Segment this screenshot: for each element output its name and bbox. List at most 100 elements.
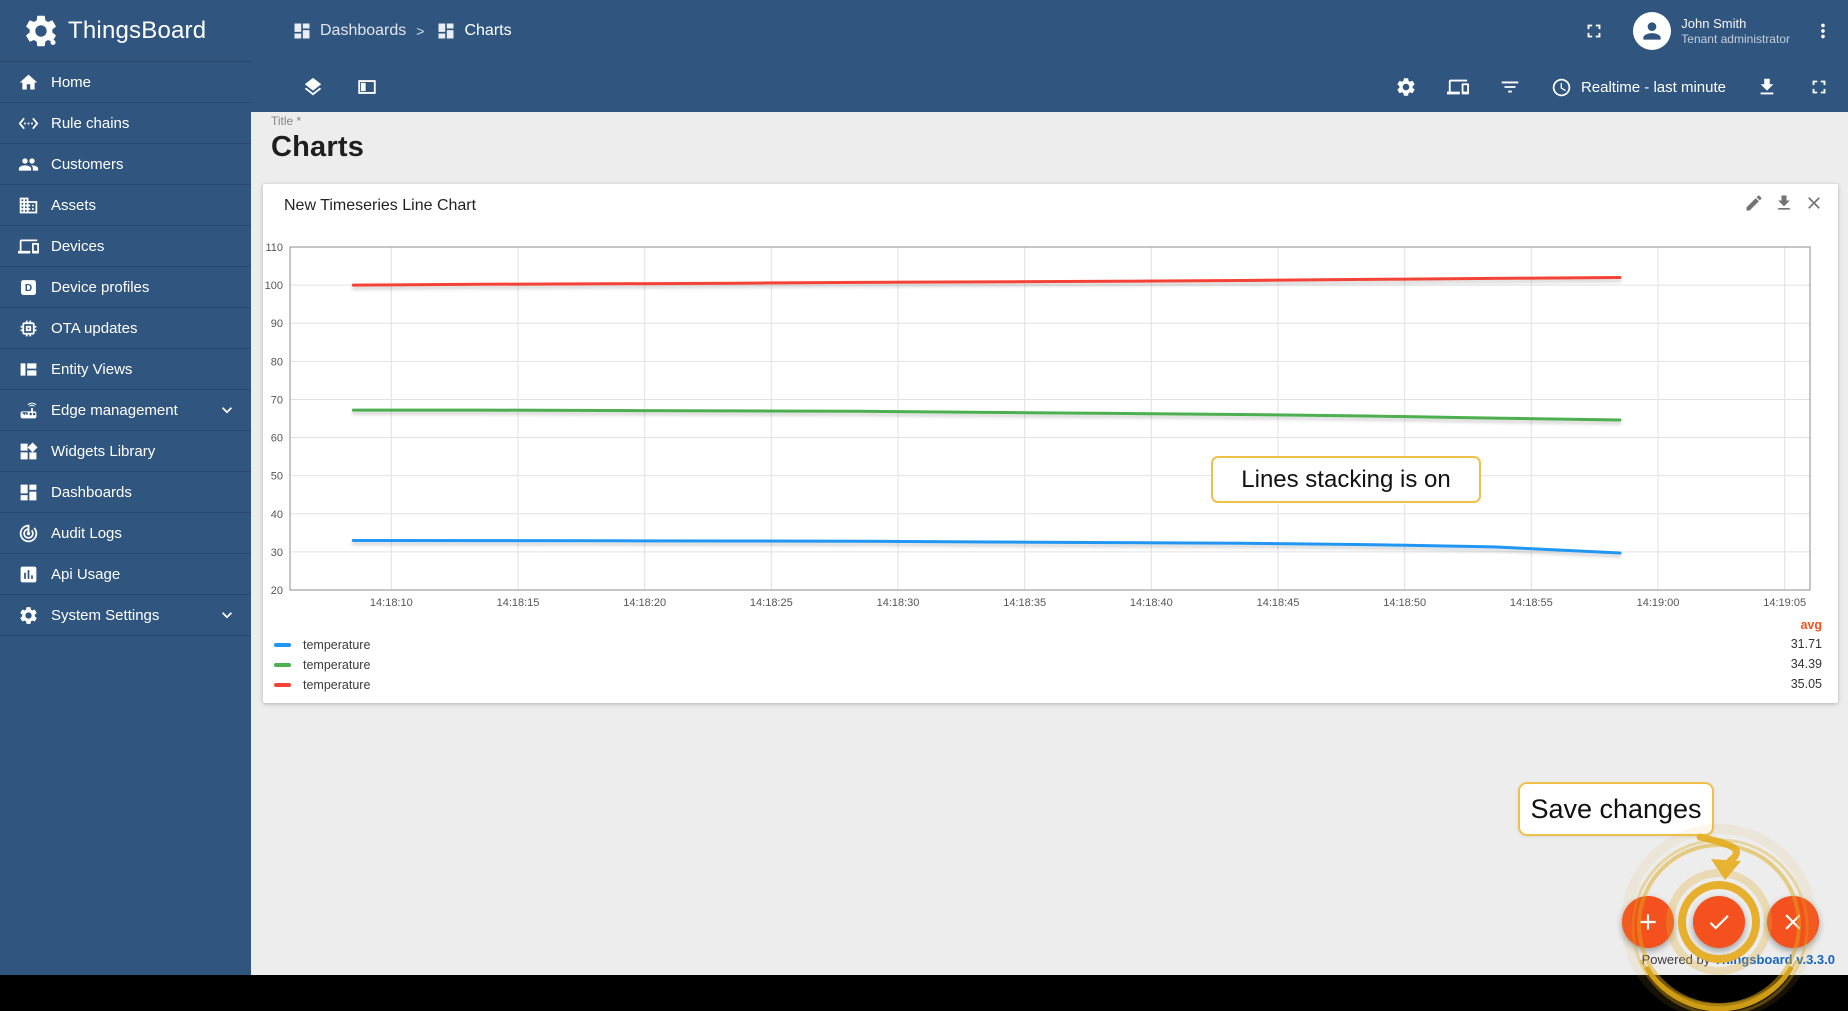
sidebar-item-label: Audit Logs bbox=[51, 524, 122, 542]
sidebar-nav: Home Rule chains Customers Assets Devices D De… bbox=[0, 62, 251, 636]
save-changes-tooltip: Save changes bbox=[1518, 782, 1714, 836]
cancel-fab[interactable] bbox=[1767, 896, 1819, 948]
sidebar-item-ota-updates[interactable]: OTA updates bbox=[0, 308, 251, 349]
edge-icon bbox=[20, 402, 37, 418]
fullscreen-icon bbox=[1587, 24, 1601, 38]
sidebar-item-label: Edge management bbox=[51, 401, 178, 419]
legend-item[interactable]: temperature bbox=[274, 635, 370, 655]
bottom-band bbox=[0, 975, 1848, 1011]
customers-icon bbox=[18, 157, 39, 171]
legend-avg-value: 34.39 bbox=[1790, 657, 1822, 671]
toolbar-left bbox=[302, 76, 378, 98]
timeseries-chart[interactable]: 20 30 40 50 60 70 80 90 100 110 14:18:10 14:18:15 14… bbox=[263, 184, 1838, 614]
dashboard-icon bbox=[20, 484, 37, 500]
avatar[interactable] bbox=[1633, 12, 1672, 50]
ota-icon bbox=[20, 320, 37, 336]
close-icon bbox=[1785, 914, 1801, 930]
powered-by: Powered by Thingsboard v.3.3.0 bbox=[1642, 952, 1835, 967]
sidebar-item-edge-management[interactable]: Edge management bbox=[0, 390, 251, 431]
device-profiles-icon: D bbox=[21, 279, 36, 295]
sidebar-item-label: Devices bbox=[51, 237, 105, 255]
sidebar-item-label: Api Usage bbox=[51, 565, 121, 583]
entity-aliases-button[interactable] bbox=[1446, 76, 1469, 98]
breadcrumb: Dashboards > Charts bbox=[292, 21, 522, 41]
sidebar-item-dashboards[interactable]: Dashboards bbox=[0, 472, 251, 513]
y-tick-label: 20 bbox=[271, 585, 283, 597]
dashboard-settings-button[interactable] bbox=[1395, 76, 1417, 98]
devices-icon bbox=[1446, 79, 1469, 95]
api-icon bbox=[20, 566, 37, 582]
x-tick-label: 14:18:45 bbox=[1257, 597, 1300, 609]
dashboard-icon bbox=[438, 23, 454, 39]
sidebar-item-entity-views[interactable]: Entity Views bbox=[0, 349, 251, 390]
rule-chains-icon bbox=[18, 117, 39, 129]
sidebar-item-system-settings[interactable]: System Settings bbox=[0, 595, 251, 636]
breadcrumb-charts: Charts bbox=[464, 22, 512, 39]
fullscreen-button[interactable] bbox=[1583, 20, 1605, 42]
sidebar-item-label: Home bbox=[51, 73, 92, 91]
sidebar-item-customers[interactable]: Customers bbox=[0, 144, 251, 185]
home-icon bbox=[19, 74, 38, 89]
svg-text:D: D bbox=[25, 283, 32, 294]
assets-icon bbox=[19, 197, 38, 213]
filters-button[interactable] bbox=[1499, 76, 1521, 98]
dashboard-title-field[interactable]: Title * Charts bbox=[271, 114, 364, 164]
legend-item[interactable]: temperature bbox=[274, 675, 370, 695]
content: Title * Charts New Timeseries Line Chart… bbox=[251, 112, 1848, 975]
legend-label: temperature bbox=[303, 638, 371, 652]
manage-layouts-button[interactable] bbox=[356, 76, 378, 98]
layers-icon bbox=[304, 77, 322, 96]
x-tick-label: 14:19:05 bbox=[1763, 597, 1806, 609]
chevron-down-icon bbox=[222, 407, 232, 414]
chevron-down-icon bbox=[222, 612, 232, 619]
more-vert-icon bbox=[1821, 23, 1825, 39]
legend-swatch bbox=[274, 683, 291, 687]
breadcrumb-dashboards[interactable]: Dashboards bbox=[320, 22, 406, 40]
user-info[interactable]: John Smith Tenant administrator bbox=[1681, 16, 1790, 47]
entity-views-icon bbox=[20, 362, 37, 376]
sidebar-item-api-usage[interactable]: Api Usage bbox=[0, 554, 251, 595]
sidebar-item-device-profiles[interactable]: D Device profiles bbox=[0, 267, 251, 308]
widgets-icon bbox=[20, 441, 38, 459]
time-window-button[interactable]: Realtime - last minute bbox=[1551, 77, 1726, 98]
apply-fab[interactable] bbox=[1693, 896, 1745, 948]
sidebar-item-label: OTA updates bbox=[51, 319, 138, 337]
manage-states-button[interactable] bbox=[302, 76, 324, 98]
series-line bbox=[351, 539, 1622, 555]
sidebar-item-label: Entity Views bbox=[51, 360, 133, 378]
time-window-label: Realtime - last minute bbox=[1580, 78, 1726, 96]
dashboard-icon bbox=[294, 23, 310, 39]
legend-swatch bbox=[274, 663, 291, 667]
settings-icon bbox=[20, 606, 37, 624]
legend-label: temperature bbox=[303, 658, 371, 672]
x-tick-label: 14:18:35 bbox=[1003, 597, 1046, 609]
legend-item[interactable]: temperature bbox=[274, 655, 370, 675]
export-button[interactable] bbox=[1756, 76, 1778, 98]
add-fab[interactable] bbox=[1622, 896, 1674, 948]
thingsboard-version-link[interactable]: Thingsboard v.3.3.0 bbox=[1714, 952, 1835, 967]
sidebar-item-rule-chains[interactable]: Rule chains bbox=[0, 103, 251, 144]
x-tick-label: 14:18:30 bbox=[877, 597, 920, 609]
toolbar-fullscreen-button[interactable] bbox=[1808, 76, 1830, 98]
sidebar-item-label: Widgets Library bbox=[51, 442, 156, 460]
filter-icon bbox=[1501, 81, 1519, 93]
audit-icon bbox=[19, 524, 38, 542]
user-menu-button[interactable] bbox=[1812, 20, 1834, 42]
thingsboard-logo-icon bbox=[26, 15, 56, 46]
clock-icon bbox=[1552, 78, 1571, 96]
x-tick-label: 14:18:25 bbox=[750, 597, 793, 609]
sidebar-item-label: Customers bbox=[51, 155, 124, 173]
devices-icon bbox=[18, 239, 39, 253]
sidebar-item-devices[interactable]: Devices bbox=[0, 226, 251, 267]
x-tick-label: 14:18:40 bbox=[1130, 597, 1173, 609]
app-logo[interactable]: ThingsBoard bbox=[0, 0, 251, 62]
header-top-row: Dashboards > Charts John Smith Tenant ad… bbox=[251, 0, 1848, 62]
app-title: ThingsBoard bbox=[68, 16, 207, 44]
x-tick-label: 14:18:15 bbox=[497, 597, 540, 609]
legend-series-list: temperature temperature temperature bbox=[274, 635, 370, 695]
sidebar-item-audit-logs[interactable]: Audit Logs bbox=[0, 513, 251, 554]
sidebar-item-home[interactable]: Home bbox=[0, 62, 251, 103]
x-tick-label: 14:18:50 bbox=[1383, 597, 1426, 609]
sidebar-item-widgets-library[interactable]: Widgets Library bbox=[0, 431, 251, 472]
sidebar-item-assets[interactable]: Assets bbox=[0, 185, 251, 226]
